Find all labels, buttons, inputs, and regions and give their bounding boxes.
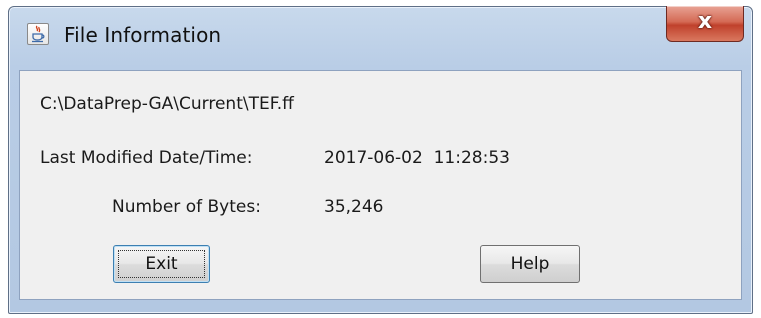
java-cup-icon (27, 23, 49, 45)
help-button[interactable]: Help (480, 245, 580, 283)
close-icon: x (697, 9, 713, 34)
file-information-dialog: File Information x C:\DataPrep-GA\Curren… (8, 6, 753, 314)
window-title: File Information (64, 23, 222, 47)
last-modified-label: Last Modified Date/Time: (40, 148, 253, 168)
title-bar[interactable]: File Information x (9, 6, 752, 65)
number-of-bytes-value: 35,246 (324, 197, 384, 217)
file-path: C:\DataPrep-GA\Current\TEF.ff (40, 94, 294, 114)
dialog-content: C:\DataPrep-GA\Current\TEF.ff Last Modif… (19, 70, 742, 300)
last-modified-value: 2017-06-02 11:28:53 (324, 148, 510, 168)
number-of-bytes-label: Number of Bytes: (112, 197, 261, 217)
exit-button-label: Exit (145, 254, 178, 274)
help-button-label: Help (510, 254, 550, 274)
exit-button[interactable]: Exit (113, 245, 210, 283)
close-button[interactable]: x (666, 6, 744, 42)
